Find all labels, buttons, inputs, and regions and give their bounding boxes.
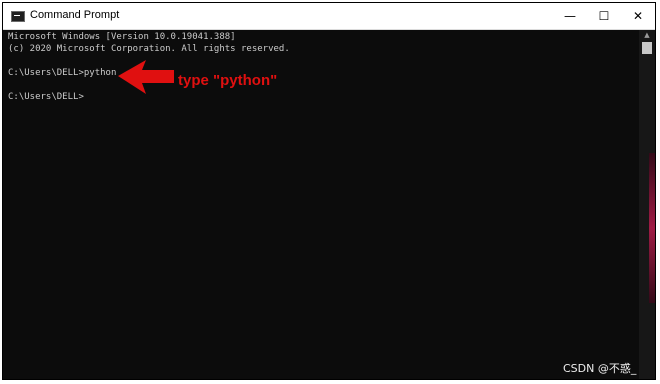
scrollbar-thumb[interactable] [642,42,652,54]
minimize-button[interactable]: — [553,3,587,29]
window-title: Command Prompt [30,9,120,21]
title-bar[interactable]: Command Prompt — ☐ ✕ [3,3,655,30]
command-prompt-window: Command Prompt — ☐ ✕ Microsoft Windows [… [2,2,656,380]
maximize-button[interactable]: ☐ [587,3,621,29]
scroll-up-icon[interactable]: ▲ [639,30,655,41]
console-line: (c) 2020 Microsoft Corporation. All righ… [8,44,290,54]
desktop-glow [649,153,655,303]
watermark: CSDN @不惑_ [563,362,637,375]
annotation-label: type "python" [178,72,278,89]
console-line: C:\Users\DELL> [8,92,84,102]
close-button[interactable]: ✕ [621,3,655,29]
console-output[interactable]: Microsoft Windows [Version 10.0.19041.38… [3,30,639,379]
console-line: Microsoft Windows [Version 10.0.19041.38… [8,32,236,42]
cmd-icon [11,11,25,22]
red-arrow-icon [118,60,174,94]
console-line: C:\Users\DELL>python [8,68,117,78]
